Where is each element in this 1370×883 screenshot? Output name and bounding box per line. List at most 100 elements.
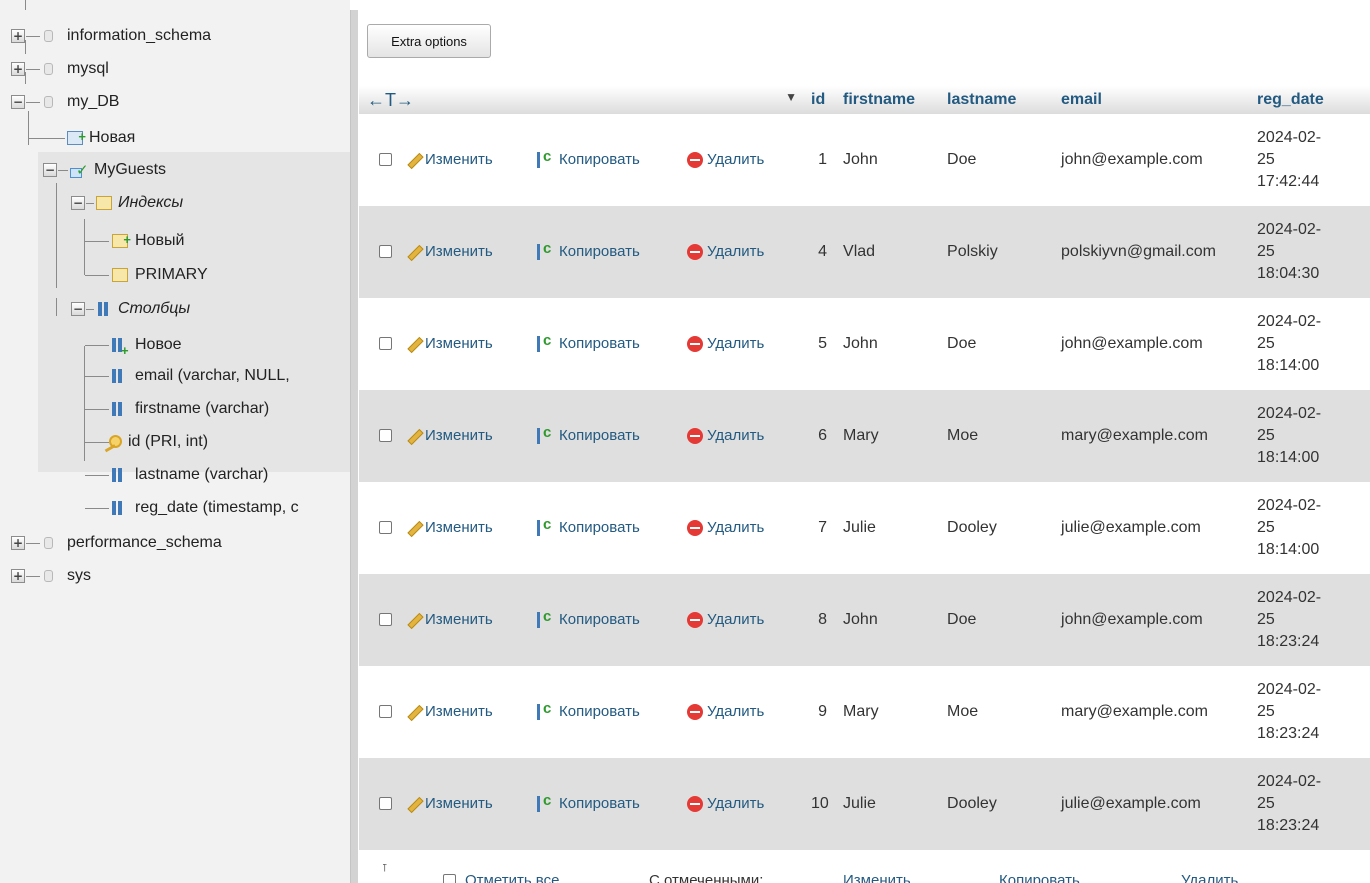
reg-date-part: 2024-02- [1257,221,1322,238]
new-column-item[interactable]: + Новое [0,332,350,358]
column-label[interactable]: email (varchar, NULL, [135,363,290,389]
copy-link[interactable]: Копировать [535,240,640,261]
column-item[interactable]: email (varchar, NULL, [0,363,350,389]
delete-link[interactable]: Удалить [687,427,764,445]
column-item[interactable]: lastname (varchar) [0,462,350,488]
expand-icon[interactable]: + [11,536,25,550]
delete-link[interactable]: Удалить [687,611,764,629]
column-header-lastname[interactable]: lastname [939,86,1054,114]
new-table-item[interactable]: Новая [0,124,350,151]
db-name[interactable]: sys [67,563,91,589]
db-name[interactable]: information_schema [67,23,211,49]
extra-options-button[interactable]: Extra options [367,24,491,58]
db-information-schema[interactable]: + information_schema [0,23,350,49]
copy-link[interactable]: Копировать [535,700,640,721]
copy-link[interactable]: Копировать [535,516,640,537]
edit-link[interactable]: Изменить [405,427,493,444]
db-mysql[interactable]: + mysql [0,56,350,82]
delete-link[interactable]: Удалить [687,703,764,721]
db-name[interactable]: my_DB [67,89,119,115]
cell-lastname: Doe [947,611,977,628]
table-body: Изменить Копировать Удалить 1 John Doe john@ex… [359,114,1370,850]
index-label[interactable]: PRIMARY [135,262,208,288]
cell-firstname: Mary [843,427,879,444]
column-label[interactable]: firstname (varchar) [135,396,269,422]
db-my-db[interactable]: − my_DB [0,89,350,115]
sort-dropdown-icon[interactable]: ▼ [785,90,797,104]
indexes-group[interactable]: − Индексы [0,190,350,216]
check-all-checkbox[interactable] [443,874,456,883]
cell-id: 7 [818,519,828,536]
delete-link[interactable]: Удалить [687,243,764,261]
db-name[interactable]: mysql [67,56,109,82]
row-checkbox[interactable] [379,613,392,627]
edit-link[interactable]: Изменить [405,795,493,812]
column-header-email[interactable]: email [1053,86,1250,114]
new-table-label[interactable]: Новая [89,125,135,151]
db-sys[interactable]: + sys [0,563,350,589]
column-item[interactable]: id (PRI, int) [0,429,350,455]
column-item[interactable]: reg_date (timestamp, c [0,495,350,521]
column-label[interactable]: Новое [135,332,182,358]
column-header-id[interactable]: id [803,86,836,114]
db-performance-schema[interactable]: + performance_schema [0,530,350,556]
index-primary[interactable]: PRIMARY [0,262,350,288]
collapse-icon[interactable]: − [71,196,85,210]
column-header-reg-date[interactable]: reg_date [1249,86,1370,114]
copy-link[interactable]: Копировать [535,792,640,813]
new-index-label[interactable]: Новый [135,228,184,254]
indexes-label[interactable]: Индексы [118,190,183,216]
cell-reg-date: 2024-02- 25 18:23:24 [1249,666,1370,758]
column-label[interactable]: lastname (varchar) [135,462,268,488]
column-label[interactable]: id (PRI, int) [128,429,208,455]
column-header-firstname[interactable]: firstname [835,86,940,114]
table-name[interactable]: MyGuests [94,157,166,183]
row-checkbox[interactable] [379,705,392,719]
edit-link[interactable]: Изменить [405,243,493,260]
column-label[interactable]: reg_date (timestamp, c [135,495,299,521]
row-checkbox[interactable] [379,153,392,167]
edit-link[interactable]: Изменить [405,611,493,628]
edit-link[interactable]: Изменить [405,703,493,720]
delete-link[interactable]: Удалить [687,795,764,813]
delete-cell: Удалить [679,206,803,298]
row-checkbox[interactable] [379,797,392,811]
sidebar-resize-handle[interactable] [350,10,358,883]
row-checkbox[interactable] [379,337,392,351]
row-checkbox[interactable] [379,245,392,259]
table-row: Изменить Копировать Удалить 6 Mary Moe mary@ex… [359,390,1370,482]
delete-link[interactable]: Удалить [687,335,764,353]
expand-icon[interactable]: + [11,569,25,583]
columns-group[interactable]: − Столбцы [0,296,350,322]
delete-link[interactable]: Удалить [687,519,764,537]
bulk-delete-link[interactable]: Удалить [1181,872,1238,883]
row-checkbox[interactable] [379,521,392,535]
delete-link[interactable]: Удалить [687,151,764,169]
db-name[interactable]: performance_schema [67,530,222,556]
collapse-icon[interactable]: − [71,302,85,316]
pencil-icon [405,796,421,812]
check-all-link[interactable]: Отметить все [465,872,559,883]
collapse-icon[interactable]: − [43,163,57,177]
row-checkbox[interactable] [379,429,392,443]
table-myguests[interactable]: − MyGuests [0,157,350,184]
edit-link[interactable]: Изменить [405,519,493,536]
copy-link[interactable]: Копировать [535,332,640,353]
edit-link[interactable]: Изменить [405,335,493,352]
copy-link[interactable]: Копировать [535,148,640,169]
index-icon [112,268,128,282]
bulk-copy-link[interactable]: Копировать [999,872,1080,883]
columns-label[interactable]: Столбцы [118,296,190,322]
reg-date-part: 25 [1257,519,1275,536]
edit-link[interactable]: Изменить [405,151,493,168]
expand-icon[interactable]: + [11,62,25,76]
new-index-item[interactable]: Новый [0,227,350,254]
copy-link[interactable]: Копировать [535,424,640,445]
column-item[interactable]: firstname (varchar) [0,396,350,422]
expand-icon[interactable]: + [11,29,25,43]
copy-link[interactable]: Копировать [535,608,640,629]
bulk-edit-link[interactable]: Изменить [843,872,911,883]
collapse-icon[interactable]: − [11,95,25,109]
column-arrows[interactable]: ←T→ [367,90,414,110]
row-select-cell [359,298,397,390]
